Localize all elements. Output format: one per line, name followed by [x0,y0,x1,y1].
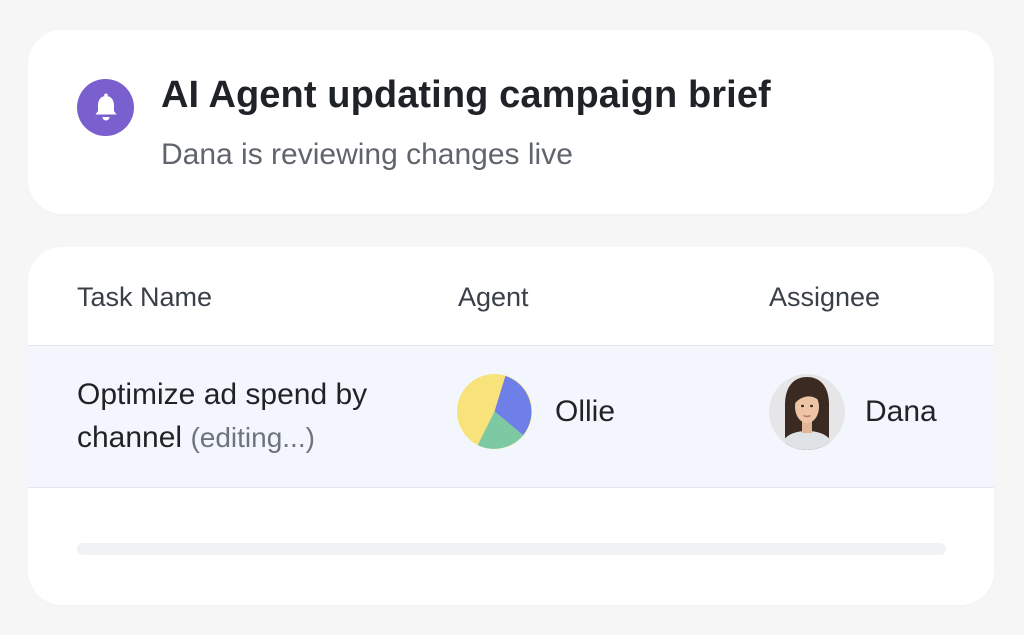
column-header-agent[interactable]: Agent [458,282,529,313]
notification-card [28,30,994,214]
agent-avatar-pie-icon[interactable] [456,373,533,450]
task-name[interactable]: Optimize ad spend by [77,378,367,412]
column-header-task-name[interactable]: Task Name [77,282,212,313]
assignee-avatar[interactable] [768,373,846,451]
bell-icon [77,79,134,136]
loading-skeleton-bar [77,543,946,555]
agent-name: Ollie [555,395,616,428]
notification-subtitle: Dana is reviewing changes live [161,138,573,171]
editing-status: (editing...) [190,422,315,453]
assignee-name: Dana [865,395,937,428]
column-header-assignee[interactable]: Assignee [769,282,880,313]
task-name-continued[interactable]: channel (editing...) [77,421,315,455]
task-name-tail: channel [77,421,183,454]
notification-title: AI Agent updating campaign brief [161,74,771,116]
